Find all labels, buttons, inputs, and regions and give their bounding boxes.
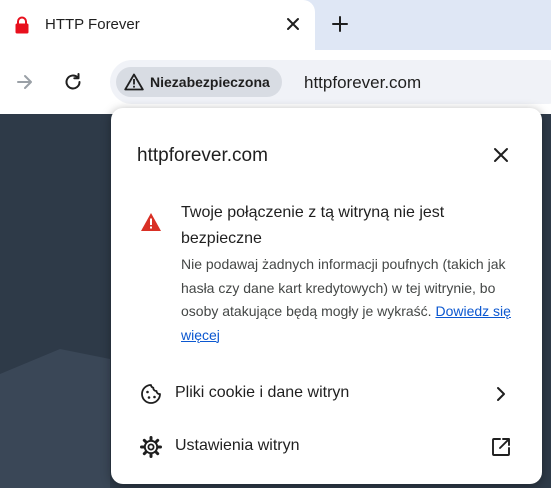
warning-triangle-icon [141, 213, 161, 231]
popup-site-title: httpforever.com [137, 145, 268, 166]
tab-title: HTTP Forever [45, 16, 140, 33]
site-settings-row[interactable]: Ustawienia witryn [111, 423, 542, 471]
plus-icon[interactable] [330, 14, 350, 34]
close-icon[interactable] [283, 14, 303, 34]
tab-http-forever[interactable]: HTTP Forever [0, 0, 315, 50]
reload-icon[interactable] [61, 70, 85, 94]
toolbar: Niezabezpieczona httpforever.com [0, 50, 551, 114]
lock-icon [15, 16, 29, 34]
warning-triangle-icon [124, 73, 144, 91]
security-chip[interactable]: Niezabezpieczona [116, 67, 282, 97]
site-settings-row-label: Ustawienia witryn [175, 437, 300, 454]
close-icon[interactable] [491, 145, 511, 165]
security-chip-label: Niezabezpieczona [150, 74, 270, 90]
chevron-right-icon [497, 387, 505, 401]
security-warning-title: Twoje połączenie z tą witryną nie jest b… [181, 204, 445, 247]
cookie-icon [141, 384, 161, 404]
gear-icon [140, 436, 162, 458]
cookies-and-site-data-row[interactable]: Pliki cookie i dane witryn [111, 370, 542, 418]
tab-strip: HTTP Forever [0, 0, 551, 50]
arrow-right-icon[interactable] [13, 70, 37, 94]
cookies-row-label: Pliki cookie i dane witryn [175, 384, 350, 401]
open-in-new-icon [492, 438, 510, 456]
url-text[interactable]: httpforever.com [304, 73, 421, 93]
security-warning-body: Nie podawaj żadnych informacji poufnych … [181, 253, 521, 347]
site-info-popup: httpforever.com Twoje połączenie z tą wi… [111, 108, 542, 484]
omnibox[interactable]: Niezabezpieczona httpforever.com [110, 60, 551, 104]
